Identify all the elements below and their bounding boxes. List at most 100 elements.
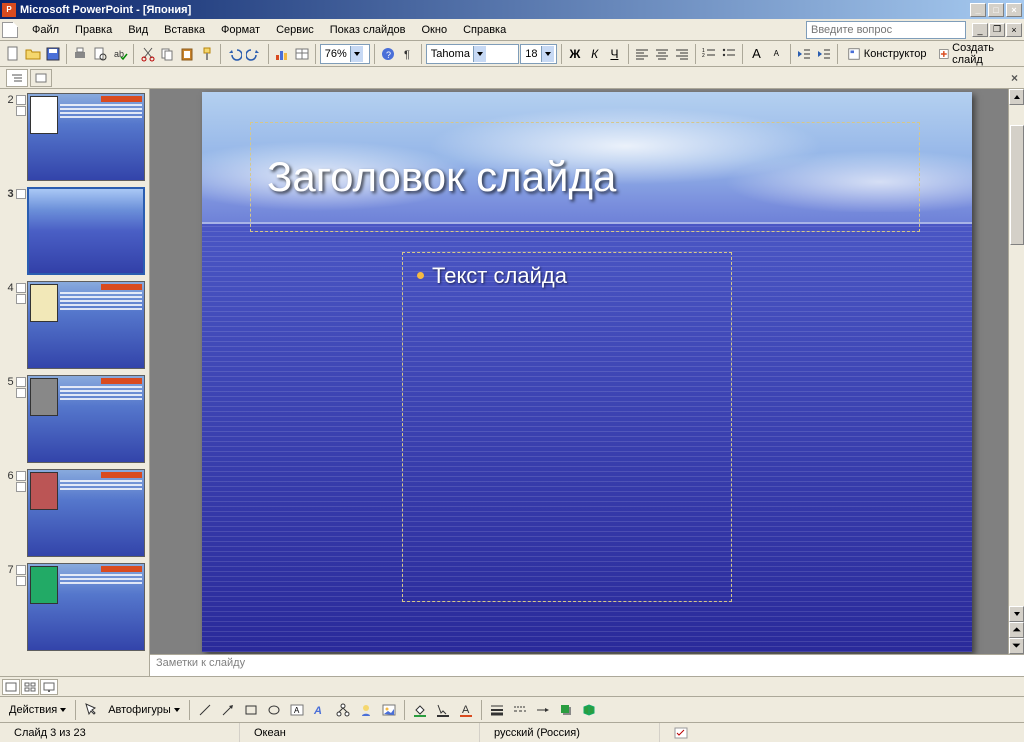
new-file-button[interactable]	[4, 43, 23, 65]
underline-button[interactable]: Ч	[605, 43, 624, 65]
3d-button[interactable]	[578, 699, 600, 721]
scroll-up-button[interactable]	[1009, 89, 1024, 105]
font-size-combo[interactable]: 18	[520, 44, 556, 64]
menu-format[interactable]: Формат	[213, 21, 268, 39]
menu-tools[interactable]: Сервис	[268, 21, 322, 39]
normal-view-button[interactable]	[2, 679, 20, 695]
format-painter-button[interactable]	[197, 43, 216, 65]
paste-button[interactable]	[178, 43, 197, 65]
slide-canvas[interactable]: Заголовок слайда Текст слайда	[202, 92, 972, 652]
close-button[interactable]: ×	[1006, 3, 1022, 17]
scroll-thumb[interactable]	[1010, 125, 1024, 245]
menu-window[interactable]: Окно	[414, 21, 456, 39]
save-button[interactable]	[44, 43, 63, 65]
open-button[interactable]	[24, 43, 43, 65]
show-hide-formatting-button[interactable]: ¶	[398, 43, 417, 65]
line-style-button[interactable]	[486, 699, 508, 721]
outline-tab[interactable]	[6, 69, 28, 87]
slide-thumbnail[interactable]	[27, 281, 145, 369]
insert-chart-button[interactable]	[272, 43, 291, 65]
thumbnail-row[interactable]: 3	[0, 187, 149, 275]
vertical-scrollbar[interactable]: ⏶ ⏷	[1008, 89, 1024, 654]
slide-thumbnail[interactable]	[27, 469, 145, 557]
menu-edit[interactable]: Правка	[67, 21, 120, 39]
notes-pane[interactable]: Заметки к слайду	[150, 654, 1024, 676]
decrease-indent-button[interactable]	[794, 43, 813, 65]
cut-button[interactable]	[138, 43, 157, 65]
slide-thumbnail[interactable]	[27, 375, 145, 463]
align-center-button[interactable]	[652, 43, 671, 65]
font-family-combo[interactable]: Tahoma	[426, 44, 519, 64]
menu-file[interactable]: Файл	[24, 21, 67, 39]
menu-help[interactable]: Справка	[455, 21, 514, 39]
print-preview-button[interactable]	[91, 43, 110, 65]
insert-picture-button[interactable]	[378, 699, 400, 721]
maximize-button[interactable]: □	[988, 3, 1004, 17]
textbox-tool-button[interactable]: A	[286, 699, 308, 721]
spellcheck-button[interactable]: ab	[111, 43, 130, 65]
arrow-tool-button[interactable]	[217, 699, 239, 721]
align-right-button[interactable]	[672, 43, 691, 65]
zoom-combo[interactable]: 76%	[320, 44, 370, 64]
diagram-button[interactable]	[332, 699, 354, 721]
next-slide-button[interactable]: ⏷	[1009, 638, 1024, 654]
shadow-button[interactable]	[555, 699, 577, 721]
slideshow-view-button[interactable]	[40, 679, 58, 695]
sorter-view-button[interactable]	[21, 679, 39, 695]
pointer-tool-button[interactable]	[80, 699, 102, 721]
scroll-down-button[interactable]	[1009, 606, 1024, 622]
menu-insert[interactable]: Вставка	[156, 21, 213, 39]
redo-button[interactable]	[245, 43, 264, 65]
menu-slideshow[interactable]: Показ слайдов	[322, 21, 414, 39]
print-button[interactable]	[71, 43, 90, 65]
copy-button[interactable]	[158, 43, 177, 65]
increase-indent-button[interactable]	[814, 43, 833, 65]
menu-view[interactable]: Вид	[120, 21, 156, 39]
insert-table-button[interactable]	[292, 43, 311, 65]
doc-minimize-button[interactable]: _	[972, 23, 988, 37]
font-size-dropdown-icon[interactable]	[541, 46, 554, 62]
dash-style-button[interactable]	[509, 699, 531, 721]
doc-control-icon[interactable]	[2, 22, 18, 38]
font-family-dropdown-icon[interactable]	[473, 46, 486, 62]
thumbnail-row[interactable]: 5	[0, 375, 149, 463]
title-placeholder[interactable]: Заголовок слайда	[250, 122, 920, 232]
slide-thumbnail[interactable]	[27, 187, 145, 275]
arrow-style-button[interactable]	[532, 699, 554, 721]
thumbnail-row[interactable]: 6	[0, 469, 149, 557]
rectangle-tool-button[interactable]	[240, 699, 262, 721]
designer-button[interactable]: Конструктор	[842, 43, 932, 65]
scroll-track[interactable]	[1009, 105, 1024, 606]
thumbnail-row[interactable]: 7	[0, 563, 149, 651]
minimize-button[interactable]: _	[970, 3, 986, 17]
decrease-font-button[interactable]: A	[767, 43, 786, 65]
align-left-button[interactable]	[633, 43, 652, 65]
wordart-button[interactable]: A	[309, 699, 331, 721]
italic-button[interactable]: К	[585, 43, 604, 65]
autoshapes-menu-button[interactable]: Автофигуры	[103, 699, 185, 721]
undo-button[interactable]	[225, 43, 244, 65]
doc-restore-button[interactable]: ❐	[989, 23, 1005, 37]
actions-menu-button[interactable]: Действия	[4, 699, 71, 721]
clipart-button[interactable]	[355, 699, 377, 721]
panel-close-icon[interactable]: ×	[1011, 71, 1018, 85]
thumbnail-row[interactable]: 2	[0, 93, 149, 181]
thumbnail-row[interactable]: 4	[0, 281, 149, 369]
help-search-input[interactable]	[806, 21, 966, 39]
new-slide-button[interactable]: Создать слайд	[933, 43, 1020, 65]
doc-close-button[interactable]: ×	[1006, 23, 1022, 37]
fill-color-button[interactable]	[409, 699, 431, 721]
help-button[interactable]: ?	[378, 43, 397, 65]
bold-button[interactable]: Ж	[566, 43, 585, 65]
slide-thumbnail[interactable]	[27, 563, 145, 651]
zoom-dropdown-icon[interactable]	[350, 46, 363, 62]
slides-tab[interactable]	[30, 69, 52, 87]
increase-font-button[interactable]: A	[747, 43, 766, 65]
prev-slide-button[interactable]: ⏶	[1009, 622, 1024, 638]
body-placeholder[interactable]: Текст слайда	[402, 252, 732, 602]
bulleted-list-button[interactable]	[720, 43, 739, 65]
numbered-list-button[interactable]: 12	[700, 43, 719, 65]
line-color-button[interactable]	[432, 699, 454, 721]
slide-thumbnail[interactable]	[27, 93, 145, 181]
font-color-button[interactable]: A	[455, 699, 477, 721]
